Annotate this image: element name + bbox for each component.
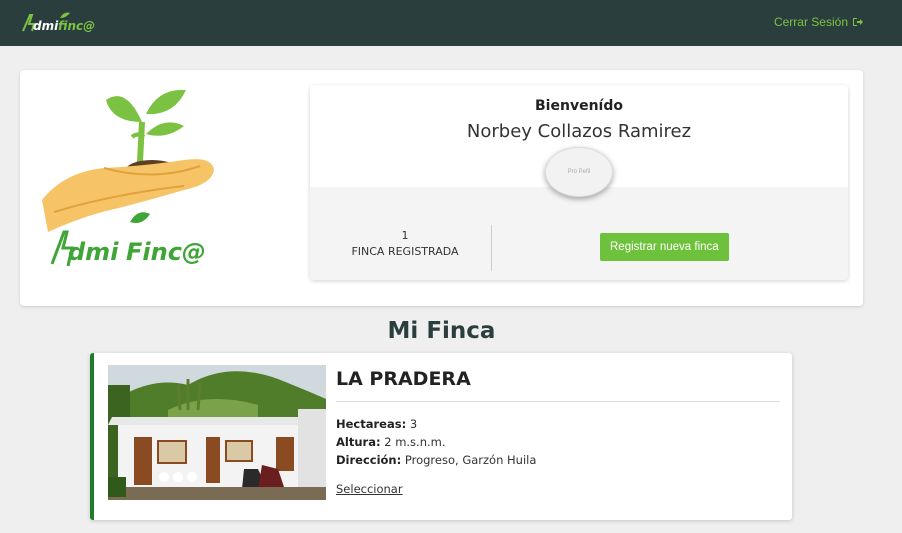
hand-plant-logo-icon: dmi Finc@ (42, 89, 214, 267)
address-value: Progreso, Garzón Huila (404, 453, 537, 467)
logout-label: Cerrar Sesión (773, 15, 848, 29)
svg-text:finc@: finc@ (58, 19, 95, 33)
farm-house-image (108, 365, 326, 500)
farm-count-label: FINCA REGISTRADA (351, 245, 459, 258)
user-name: Norbey Collazos Ramirez (466, 121, 692, 142)
farm-card: LA PRADERA Hectareas: 3 Altura: 2 m.s.n.… (90, 353, 792, 520)
admifinca-logo-small-icon: dmi finc@ (22, 12, 95, 33)
farm-hectares: Hectareas: 3 (336, 417, 417, 431)
welcome-text: Bienvenído (535, 98, 623, 114)
sign-out-icon (853, 18, 863, 26)
select-farm-link[interactable]: Seleccionar (336, 482, 403, 496)
farm-count-block: 1 FINCA REGISTRADA (310, 229, 500, 258)
svg-text:dmi: dmi (33, 19, 59, 33)
avatar[interactable]: Pro Pefil (545, 147, 613, 197)
hectares-label: Hectareas: (336, 417, 407, 431)
farm-altitude: Altura: 2 m.s.n.m. (336, 435, 446, 449)
hectares-value: 3 (409, 417, 418, 431)
farm-divider (336, 401, 780, 402)
altitude-label: Altura: (336, 435, 381, 449)
altitude-value: 2 m.s.n.m. (384, 435, 446, 449)
farm-address: Dirección: Progreso, Garzón Huila (336, 453, 536, 467)
farm-photo (108, 365, 326, 500)
address-label: Dirección: (336, 453, 402, 467)
farm-count: 1 (401, 229, 409, 242)
welcome-panel: Bienvenído Norbey Collazos Ramirez Pro P… (310, 85, 848, 280)
svg-text:dmi: dmi (68, 238, 119, 266)
avatar-placeholder-text: Pro Pefil (567, 169, 591, 175)
register-farm-button[interactable]: Registrar nueva finca (600, 233, 729, 261)
logout-link[interactable]: Cerrar Sesión (774, 15, 864, 29)
farm-name: LA PRADERA (336, 368, 471, 390)
navbar-logo[interactable]: dmi finc@ (20, 9, 98, 37)
admifinca-logo: dmi Finc@ (34, 82, 234, 278)
vertical-divider (491, 225, 492, 271)
top-navbar: dmi finc@ Cerrar Sesión (0, 0, 902, 46)
profile-card: dmi Finc@ Bienvenído Norbey Collazos Ram… (20, 70, 863, 306)
svg-text:Finc@: Finc@ (126, 238, 206, 266)
page-section-title: Mi Finca (387, 318, 496, 344)
